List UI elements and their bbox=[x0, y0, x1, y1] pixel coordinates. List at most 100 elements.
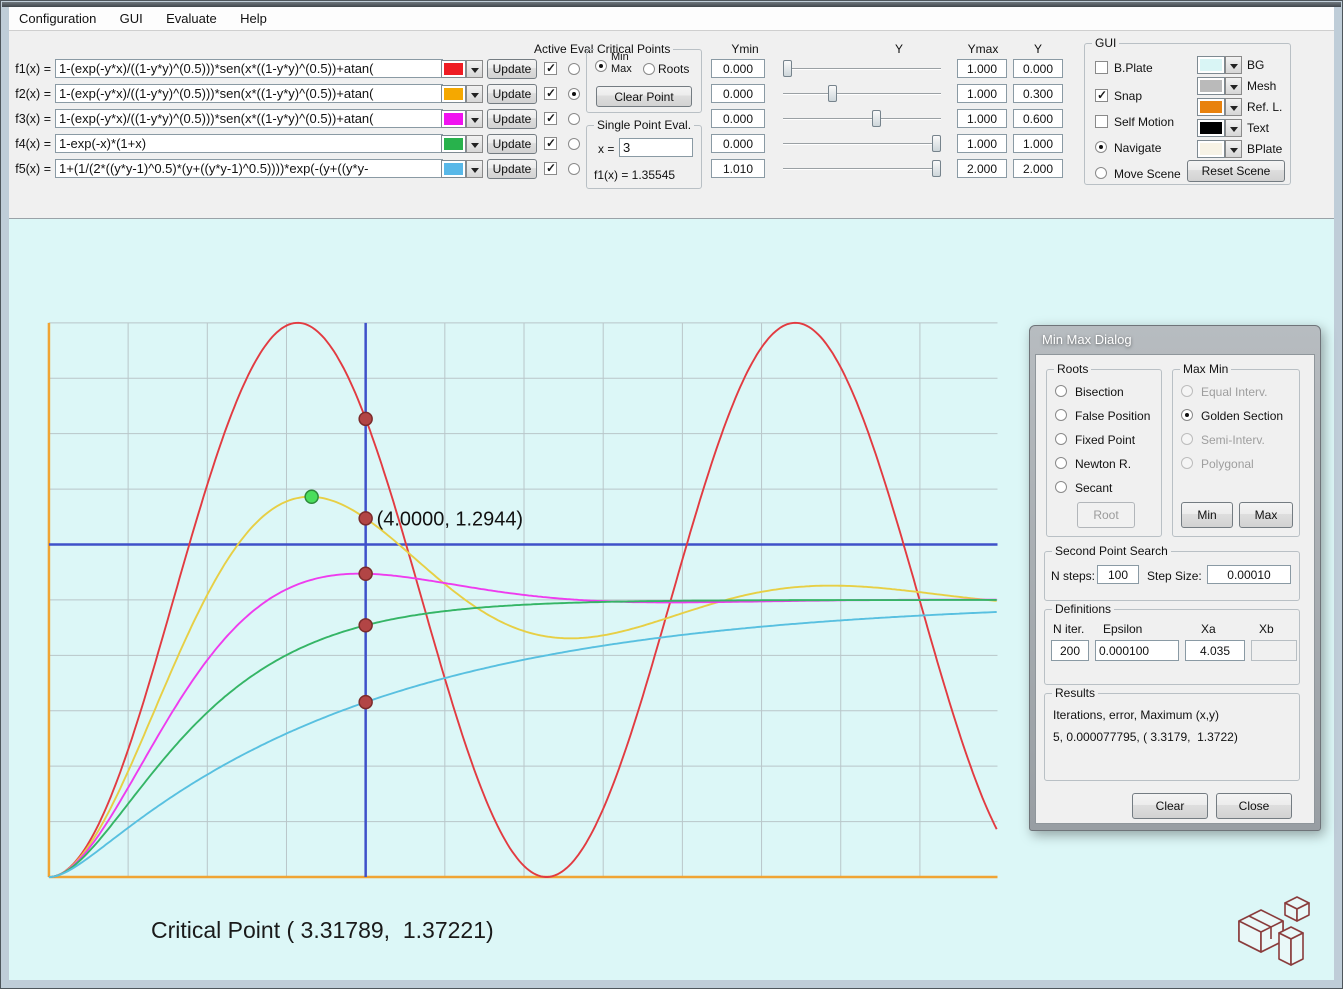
f1-color-select[interactable] bbox=[441, 60, 483, 78]
f4-y-slider[interactable] bbox=[783, 134, 941, 154]
max-point-marker[interactable] bbox=[305, 490, 318, 503]
f4-ymax-input[interactable] bbox=[957, 134, 1007, 153]
f2-y-input[interactable] bbox=[1013, 84, 1063, 103]
step-size-input[interactable] bbox=[1207, 565, 1291, 584]
f5-y-slider[interactable] bbox=[783, 159, 941, 179]
dialog-close-button[interactable]: Close bbox=[1216, 793, 1292, 819]
eval-point-f2[interactable] bbox=[359, 512, 372, 525]
minmax-radio[interactable] bbox=[595, 60, 607, 72]
active-eval-header: Active Eval bbox=[534, 42, 593, 56]
f1-y-slider[interactable] bbox=[783, 59, 941, 79]
f4-active-checkbox[interactable] bbox=[544, 137, 557, 150]
f5-eval-radio[interactable] bbox=[568, 163, 580, 175]
eval-point-f5[interactable] bbox=[359, 696, 372, 709]
slider-handle[interactable] bbox=[783, 60, 792, 77]
chevron-down-icon[interactable] bbox=[1225, 98, 1242, 116]
f3-active-checkbox[interactable] bbox=[544, 112, 557, 125]
f4-eval-radio[interactable] bbox=[568, 138, 580, 150]
f5-update-button[interactable]: Update bbox=[487, 159, 537, 179]
eval-point-f1[interactable] bbox=[359, 412, 372, 425]
menu-configuration[interactable]: Configuration bbox=[9, 7, 106, 31]
eval-point-f4[interactable] bbox=[359, 619, 372, 632]
n-iter-input[interactable] bbox=[1051, 640, 1089, 661]
f4-y-input[interactable] bbox=[1013, 134, 1063, 153]
radio-icon bbox=[1181, 385, 1193, 397]
f3-update-button[interactable]: Update bbox=[487, 109, 537, 129]
f4-ymin-input[interactable] bbox=[711, 134, 765, 153]
slider-handle[interactable] bbox=[828, 85, 837, 102]
f2-formula-input[interactable] bbox=[55, 84, 443, 103]
move-scene-radio[interactable] bbox=[1095, 167, 1107, 179]
menu-help[interactable]: Help bbox=[230, 7, 277, 31]
f3-ymin-input[interactable] bbox=[711, 109, 765, 128]
menu-gui[interactable]: GUI bbox=[110, 7, 153, 31]
chevron-down-icon[interactable] bbox=[466, 110, 483, 128]
mesh-color-select[interactable] bbox=[1197, 77, 1241, 95]
f2-ymin-input[interactable] bbox=[711, 84, 765, 103]
chevron-down-icon[interactable] bbox=[466, 60, 483, 78]
f3-color-select[interactable] bbox=[441, 110, 483, 128]
chevron-down-icon[interactable] bbox=[466, 85, 483, 103]
f3-ymax-input[interactable] bbox=[957, 109, 1007, 128]
chevron-down-icon[interactable] bbox=[1225, 140, 1242, 158]
f5-ymin-input[interactable] bbox=[711, 159, 765, 178]
f3-y-input[interactable] bbox=[1013, 109, 1063, 128]
slider-handle[interactable] bbox=[872, 110, 881, 127]
dialog-titlebar[interactable]: Min Max Dialog bbox=[1042, 332, 1132, 347]
chevron-down-icon[interactable] bbox=[1225, 56, 1242, 74]
f2-eval-radio[interactable] bbox=[568, 88, 580, 100]
option-label: Bisection bbox=[1075, 385, 1124, 399]
f4-update-button[interactable]: Update bbox=[487, 134, 537, 154]
f1-formula-input[interactable] bbox=[55, 59, 443, 78]
f3-eval-radio[interactable] bbox=[568, 113, 580, 125]
bplate-checkbox[interactable] bbox=[1095, 61, 1108, 74]
f1-eval-radio[interactable] bbox=[568, 63, 580, 75]
reset-scene-button[interactable]: Reset Scene bbox=[1187, 160, 1285, 182]
f5-ymax-input[interactable] bbox=[957, 159, 1007, 178]
f5-active-checkbox[interactable] bbox=[544, 162, 557, 175]
roots-radio[interactable] bbox=[643, 63, 655, 75]
min-button[interactable]: Min bbox=[1181, 502, 1233, 528]
max-button[interactable]: Max bbox=[1239, 502, 1293, 528]
f4-color-select[interactable] bbox=[441, 135, 483, 153]
text-color-select[interactable] bbox=[1197, 119, 1241, 137]
eval-point-f3[interactable] bbox=[359, 567, 372, 580]
f4-formula-input[interactable] bbox=[55, 134, 443, 153]
xa-input[interactable] bbox=[1185, 640, 1245, 661]
n-steps-input[interactable] bbox=[1097, 565, 1139, 584]
f3-y-slider[interactable] bbox=[783, 109, 941, 129]
dialog-clear-button[interactable]: Clear bbox=[1132, 793, 1208, 819]
f1-y-input[interactable] bbox=[1013, 59, 1063, 78]
menu-evaluate[interactable]: Evaluate bbox=[156, 7, 227, 31]
bg-color-select[interactable] bbox=[1197, 56, 1241, 74]
bplate-color-select[interactable] bbox=[1197, 140, 1241, 158]
slider-handle[interactable] bbox=[932, 160, 941, 177]
chevron-down-icon[interactable] bbox=[466, 160, 483, 178]
chevron-down-icon[interactable] bbox=[1225, 77, 1242, 95]
self-motion-checkbox[interactable] bbox=[1095, 115, 1108, 128]
f2-update-button[interactable]: Update bbox=[487, 84, 537, 104]
clear-point-button[interactable]: Clear Point bbox=[596, 86, 692, 107]
f1-update-button[interactable]: Update bbox=[487, 59, 537, 79]
chevron-down-icon[interactable] bbox=[1225, 119, 1242, 137]
x-value-input[interactable] bbox=[619, 138, 693, 157]
f5-color-select[interactable] bbox=[441, 160, 483, 178]
f2-color-select[interactable] bbox=[441, 85, 483, 103]
navigate-radio[interactable] bbox=[1095, 141, 1107, 153]
snap-checkbox[interactable] bbox=[1095, 89, 1108, 102]
f1-active-checkbox[interactable] bbox=[544, 62, 557, 75]
chevron-down-icon[interactable] bbox=[466, 135, 483, 153]
f2-active-checkbox[interactable] bbox=[544, 87, 557, 100]
f1-ymax-input[interactable] bbox=[957, 59, 1007, 78]
f1-ymin-input[interactable] bbox=[711, 59, 765, 78]
f5-formula-input[interactable] bbox=[55, 159, 443, 178]
f3-formula-input[interactable] bbox=[55, 109, 443, 128]
f5-y-input[interactable] bbox=[1013, 159, 1063, 178]
f1-label: f1(x) = bbox=[13, 62, 51, 76]
f2-y-slider[interactable] bbox=[783, 84, 941, 104]
epsilon-input[interactable] bbox=[1095, 640, 1179, 661]
gui-group: GUI B.Plate Snap Self Motion Navigate Mo… bbox=[1084, 43, 1291, 185]
ref-line-color-select[interactable] bbox=[1197, 98, 1241, 116]
f2-ymax-input[interactable] bbox=[957, 84, 1007, 103]
slider-handle[interactable] bbox=[932, 135, 941, 152]
